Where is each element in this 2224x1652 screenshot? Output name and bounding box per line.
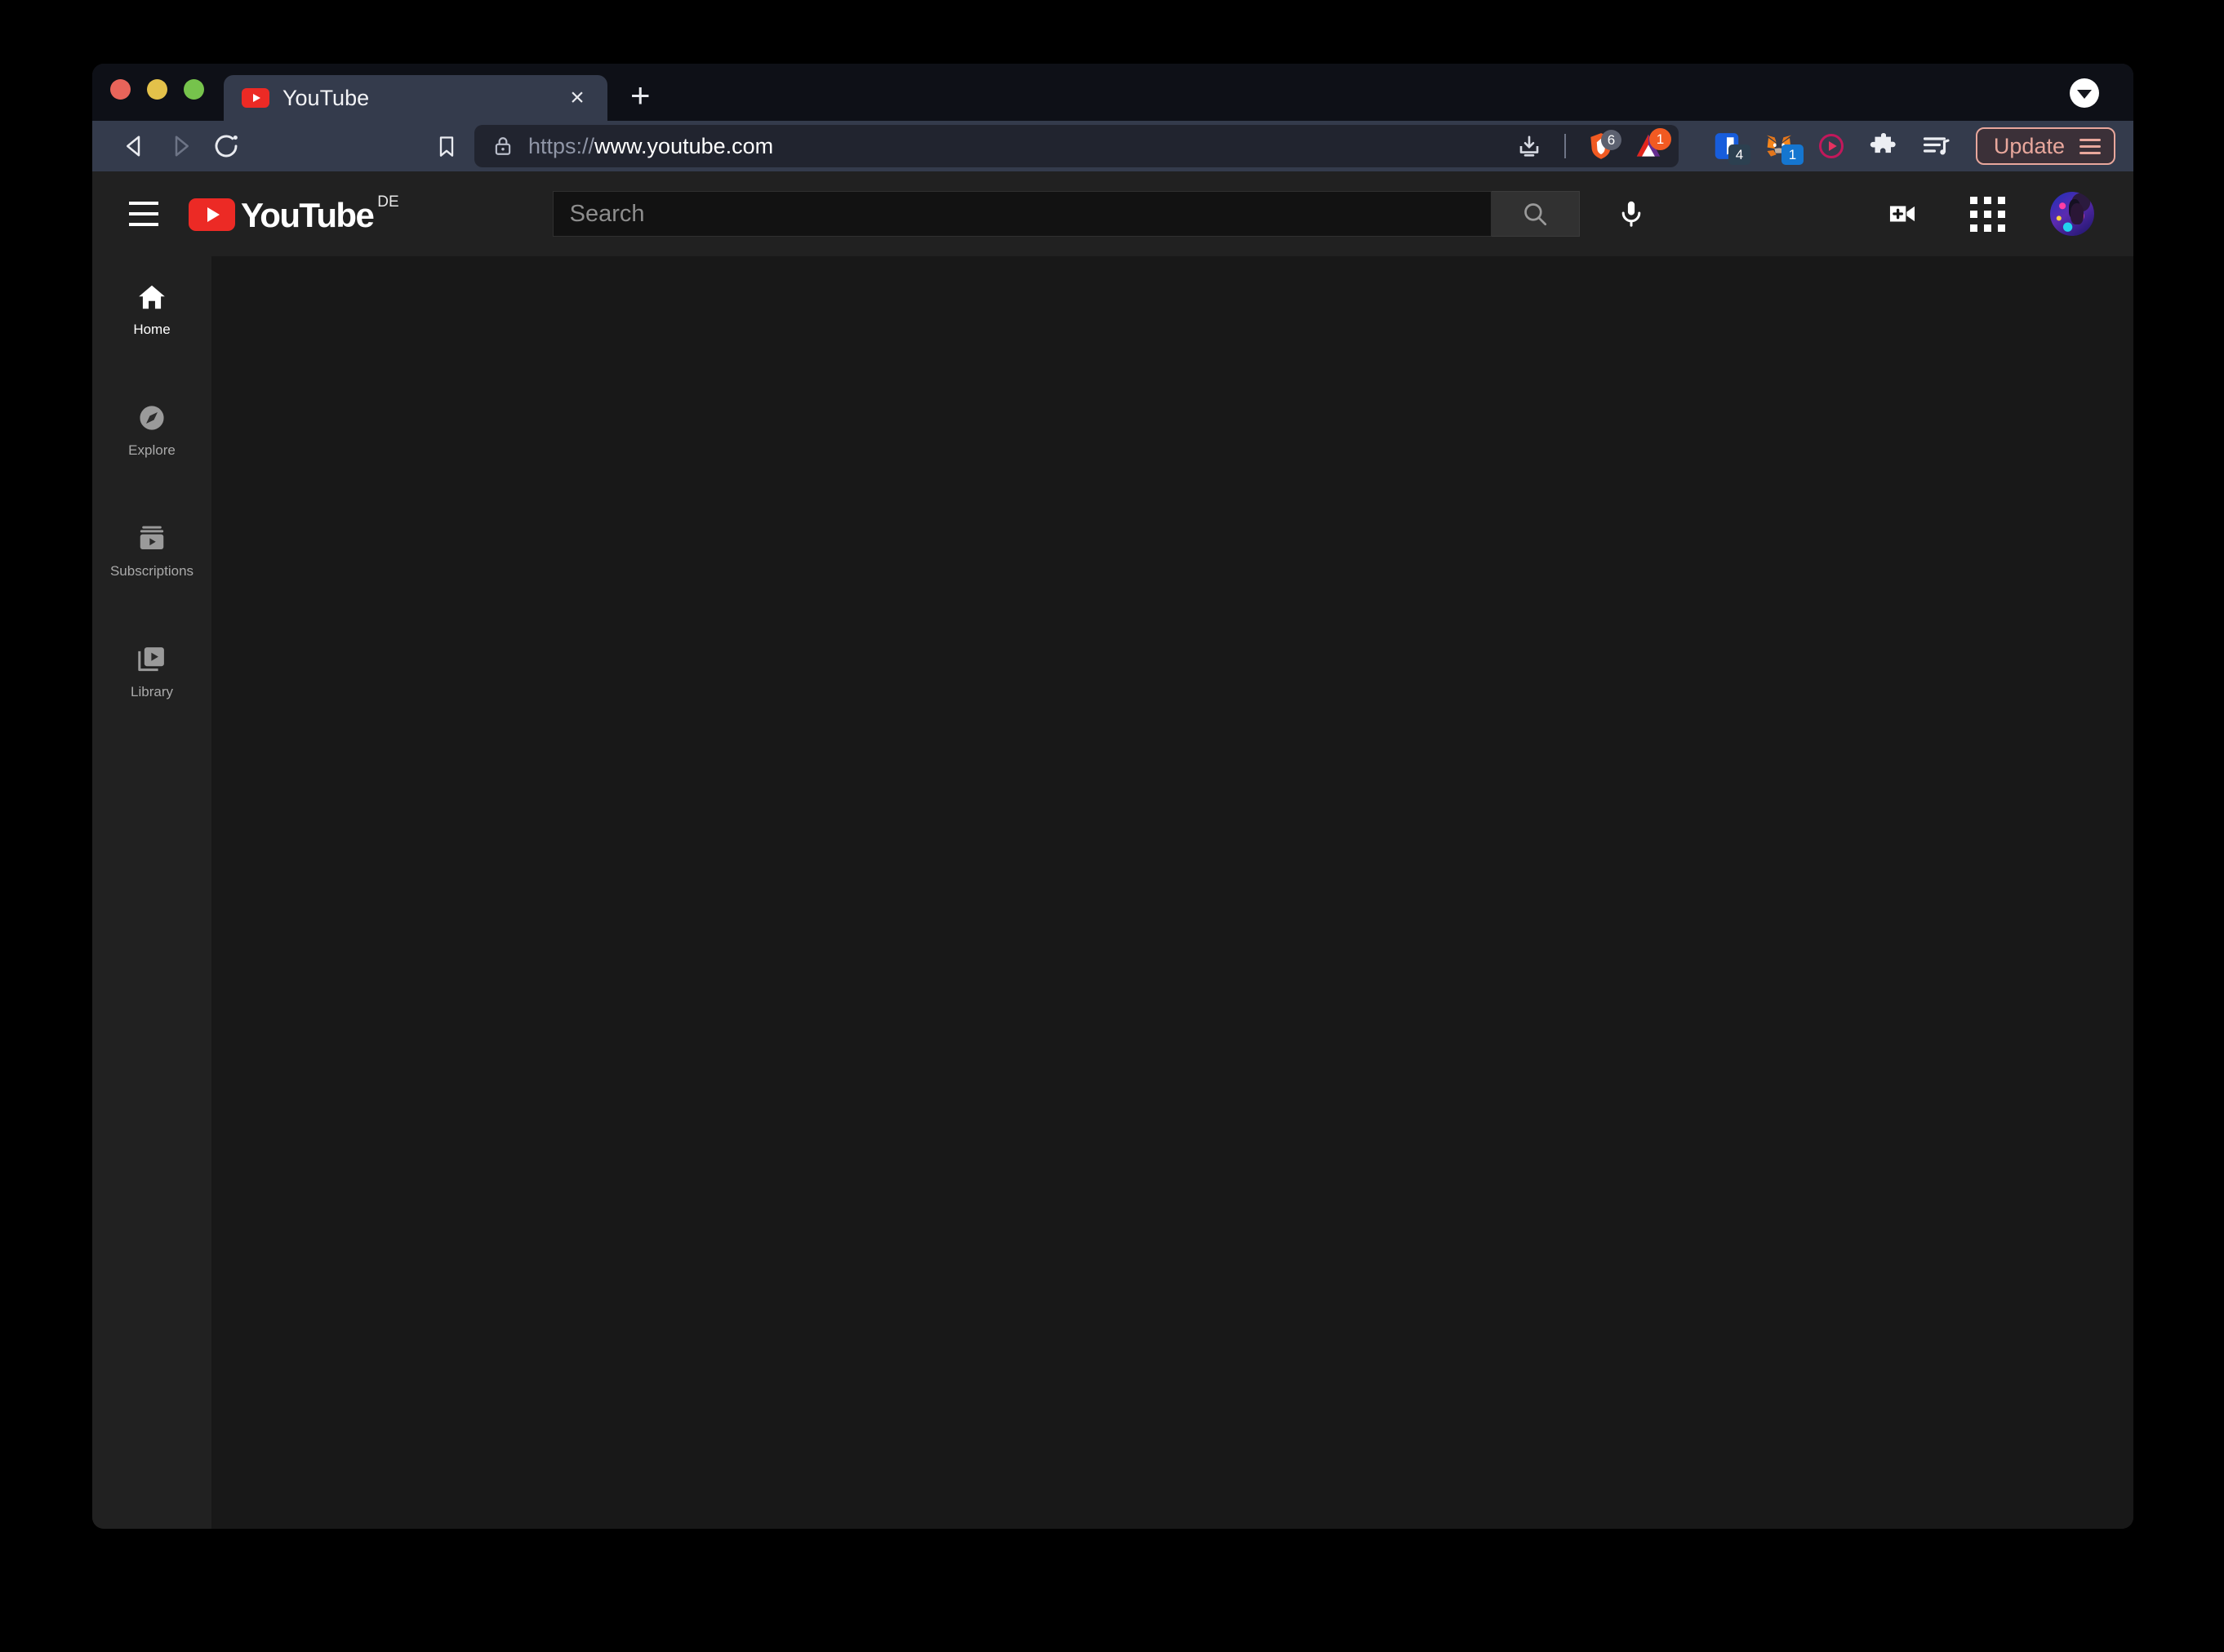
extension-icons: 4 1 (1705, 128, 1958, 165)
guide-hamburger-icon[interactable] (112, 182, 176, 246)
url-host: www.youtube.com (594, 133, 774, 158)
brave-shield-icon[interactable]: 6 (1579, 128, 1623, 164)
update-button[interactable]: Update (1975, 127, 2115, 165)
apps-grid-icon[interactable] (1962, 189, 2013, 239)
sidebar-item-explore[interactable]: Explore (92, 389, 211, 470)
brave-rewards-badge: 1 (1648, 128, 1671, 150)
youtube-country-code: DE (377, 193, 399, 211)
playlist-icon[interactable] (1914, 128, 1958, 164)
close-icon[interactable]: × (563, 86, 591, 110)
hamburger-icon[interactable] (2079, 138, 2101, 154)
avatar-image (2050, 192, 2094, 236)
toolbar-divider (1563, 134, 1566, 158)
sidebar-item-label: Home (133, 321, 171, 337)
lock-icon (492, 135, 514, 157)
back-icon[interactable] (112, 128, 158, 164)
youtube-masthead: YouTube DE Search (92, 171, 2133, 256)
tab-title: YouTube (282, 85, 370, 110)
chevron-down-icon[interactable] (2070, 78, 2099, 108)
sidebar-item-label: Subscriptions (109, 562, 194, 579)
microphone-icon[interactable] (1601, 184, 1661, 244)
metamask-badge: 1 (1781, 144, 1804, 165)
sidebar-item-label: Library (131, 683, 173, 699)
youtube-page: YouTube DE Search Home Explore Subscript… (92, 171, 2133, 1529)
home-icon (136, 282, 167, 313)
window-traffic-lights (110, 64, 224, 121)
youtube-masthead-actions (1877, 189, 2111, 239)
url-text[interactable]: https://www.youtube.com (528, 134, 1507, 159)
address-bar[interactable]: https://www.youtube.com 6 1 (474, 125, 1679, 167)
window-minimize-button[interactable] (147, 78, 167, 100)
browser-tab[interactable]: YouTube × (224, 75, 607, 121)
subscriptions-icon (136, 523, 167, 554)
search-input[interactable]: Search (552, 191, 1492, 237)
tab-strip: YouTube × + (92, 64, 2133, 121)
window-maximize-button[interactable] (184, 78, 204, 100)
sidebar-item-label: Explore (128, 442, 176, 458)
youtube-logo[interactable]: YouTube DE (189, 193, 399, 235)
bitwarden-icon[interactable]: 4 (1705, 128, 1750, 165)
youtube-body: Home Explore Subscriptions Library (92, 256, 2133, 1529)
new-tab-button[interactable]: + (630, 78, 651, 113)
youtube-logo-text: YouTube (241, 195, 375, 234)
brave-rewards-icon[interactable]: 1 (1626, 128, 1671, 164)
search-button[interactable] (1491, 191, 1580, 237)
extensions-puzzle-icon[interactable] (1861, 128, 1906, 164)
browser-window: YouTube × + https://www.youtube.com 6 1 … (92, 64, 2133, 1529)
avatar[interactable] (2047, 189, 2097, 239)
sidebar-item-home[interactable]: Home (92, 268, 211, 349)
forward-icon[interactable] (158, 128, 203, 164)
library-icon (136, 644, 167, 675)
youtube-search-group: Search (552, 184, 1661, 244)
update-button-label: Update (1993, 133, 2065, 158)
search-placeholder: Search (569, 200, 645, 227)
bookmark-icon[interactable] (424, 128, 469, 164)
youtube-play-icon (189, 198, 235, 231)
reload-icon[interactable] (203, 128, 249, 164)
download-icon[interactable] (1507, 128, 1551, 164)
bitwarden-badge: 4 (1728, 144, 1750, 165)
youtube-icon (242, 88, 269, 108)
browser-toolbar: https://www.youtube.com 6 1 4 1 Update (92, 121, 2133, 171)
youtube-sidebar: Home Explore Subscriptions Library (92, 256, 211, 1529)
create-video-icon[interactable] (1877, 189, 1928, 239)
media-player-icon[interactable] (1809, 128, 1853, 164)
sidebar-item-subscriptions[interactable]: Subscriptions (92, 509, 211, 591)
sidebar-item-library[interactable]: Library (92, 630, 211, 712)
window-close-button[interactable] (110, 78, 131, 100)
compass-icon (136, 402, 167, 433)
address-bar-actions: 6 1 (1507, 128, 1671, 164)
url-scheme: https:// (528, 133, 595, 158)
brave-shield-badge: 6 (1600, 130, 1621, 150)
metamask-icon[interactable]: 1 (1757, 128, 1804, 165)
youtube-content-area (211, 256, 2133, 1529)
